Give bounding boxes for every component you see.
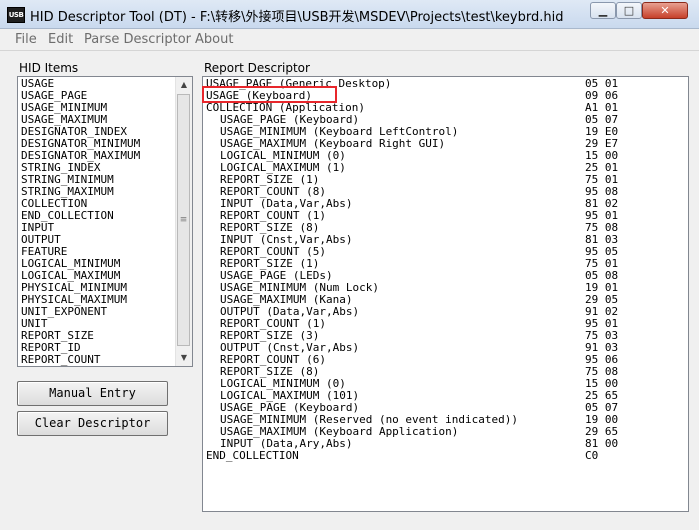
menu-file[interactable]: File [15, 32, 37, 47]
report-item-text: END_COLLECTION [206, 449, 299, 462]
menu-parse-descriptor[interactable]: Parse Descriptor [84, 32, 191, 47]
manual-entry-button[interactable]: Manual Entry [17, 381, 168, 406]
hid-item[interactable]: REPORT_COUNT [21, 354, 176, 366]
scroll-down-arrow-icon[interactable]: ▼ [176, 350, 192, 366]
menu-bar: File Edit Parse Descriptor About [0, 30, 699, 51]
usb-app-icon: USB [7, 7, 25, 23]
scroll-up-arrow-icon[interactable]: ▲ [176, 77, 192, 93]
report-line[interactable]: END_COLLECTION C0 [206, 450, 686, 462]
title-bar[interactable]: USB HID Descriptor Tool (DT) - F:\转移\外接项… [0, 0, 699, 29]
clear-descriptor-button[interactable]: Clear Descriptor [17, 411, 168, 436]
menu-edit[interactable]: Edit [48, 32, 73, 47]
report-descriptor-lines: USAGE_PAGE (Generic Desktop) 05 01 USAGE (… [206, 78, 686, 462]
maximize-button[interactable]: □ [616, 2, 642, 19]
hid-items-label: HID Items [19, 61, 79, 75]
hid-items-scrollbar[interactable]: ▲ ≡ ▼ [175, 77, 192, 366]
report-descriptor-label: Report Descriptor [204, 61, 310, 75]
scroll-thumb[interactable]: ≡ [177, 94, 190, 346]
hid-items-list: USAGE USAGE_PAGE USAGE_MINIMUM USAGE_MAXIMU… [21, 78, 176, 366]
minimize-button[interactable]: ▁ [590, 2, 616, 19]
window-title: HID Descriptor Tool (DT) - F:\转移\外接项目\US… [30, 10, 564, 25]
close-button[interactable]: ✕ [642, 2, 688, 19]
hid-items-listbox[interactable]: USAGE USAGE_PAGE USAGE_MINIMUM USAGE_MAXIMU… [17, 76, 193, 367]
report-item-hex: C0 [585, 449, 599, 462]
menu-about[interactable]: About [195, 32, 233, 47]
report-descriptor-textbox[interactable]: USAGE_PAGE (Generic Desktop) 05 01 USAGE (… [202, 76, 689, 512]
